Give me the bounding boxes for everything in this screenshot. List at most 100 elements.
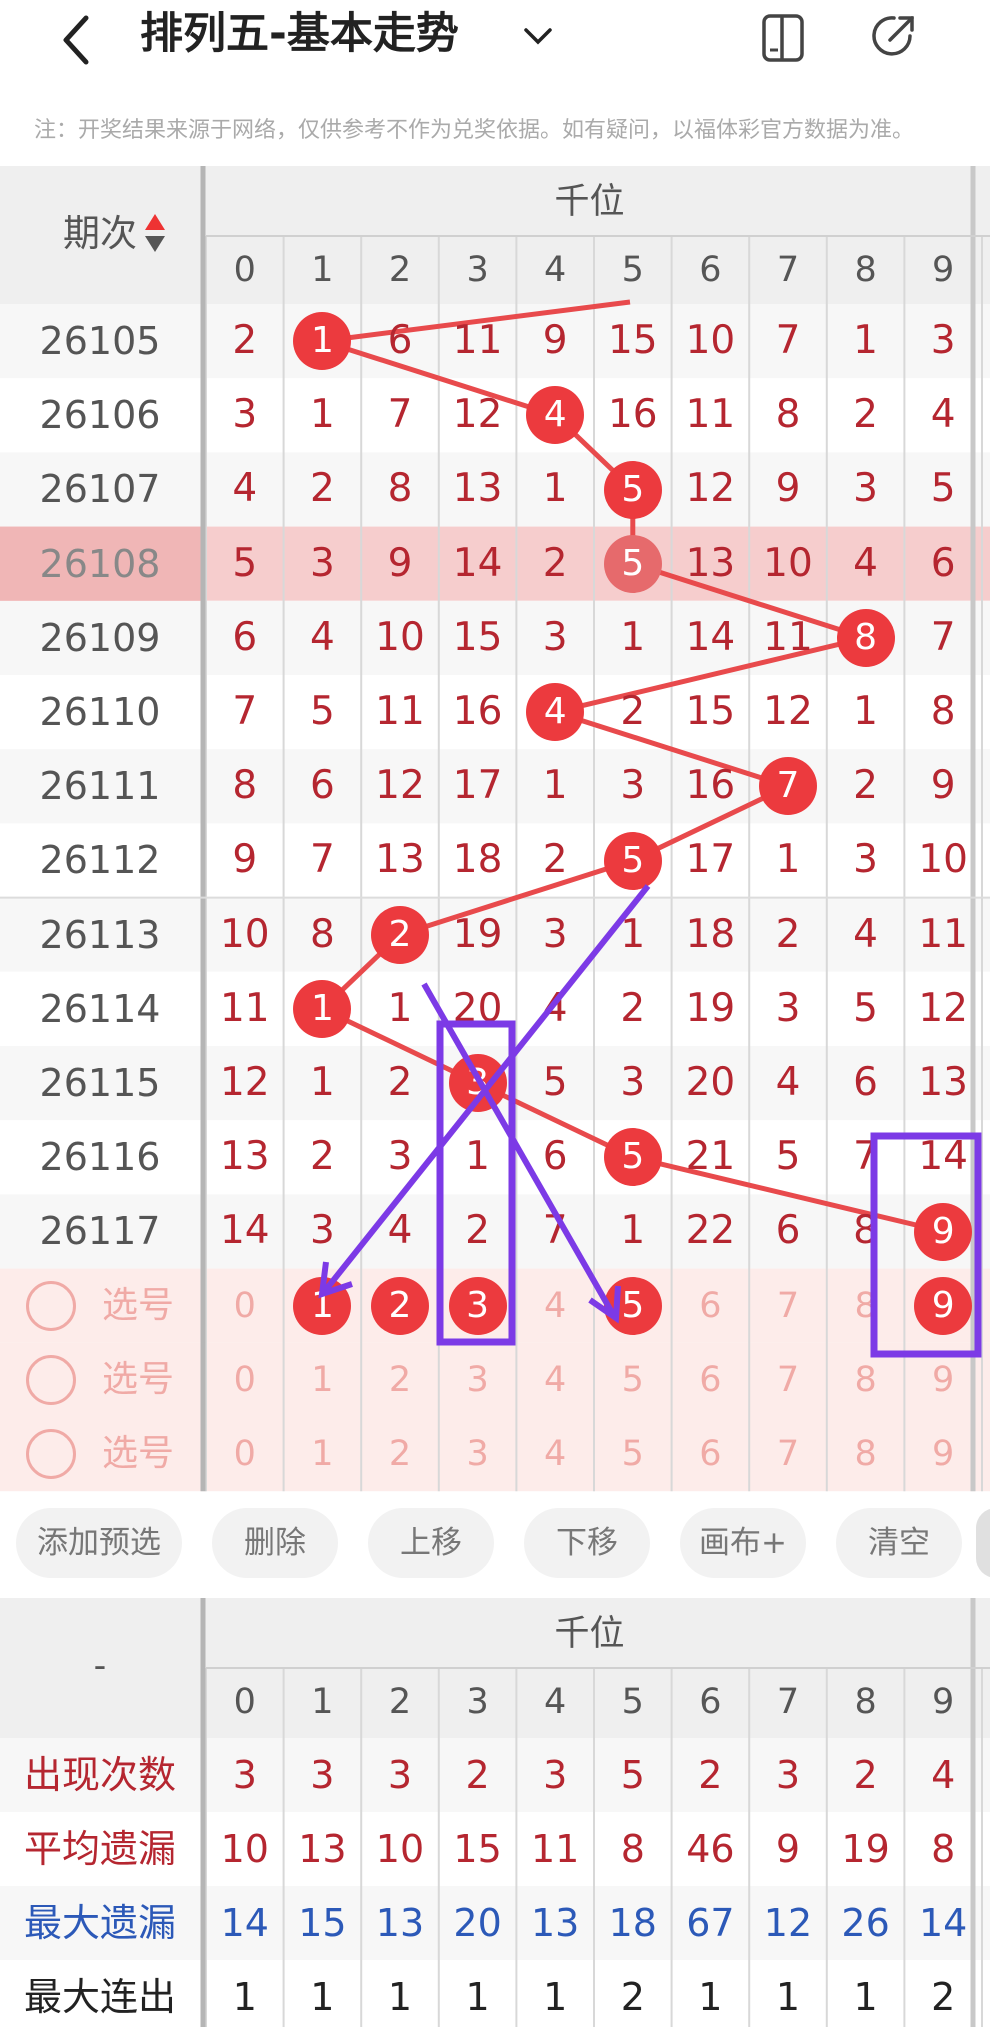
- hit-ball: 3: [448, 1054, 507, 1113]
- select-cell[interactable]: 3: [439, 1343, 517, 1417]
- app-header: 排列五-基本走势 注：开奖结果来源于网络，仅供参考不作为兑奖依据。如有疑问，以福…: [0, 0, 990, 150]
- more-button[interactable]: [976, 1508, 990, 1578]
- share-icon[interactable]: [868, 10, 920, 62]
- trend-cell: 4: [387, 1208, 413, 1254]
- select-cell[interactable]: 9: [904, 1343, 982, 1417]
- trend-cell: 7: [542, 1208, 568, 1254]
- trend-cell: 12: [219, 1060, 270, 1105]
- trend-cell: 6: [232, 614, 258, 660]
- page-title[interactable]: 排列五-基本走势: [140, 6, 459, 62]
- add-preselect-button[interactable]: 添加预选: [16, 1508, 182, 1578]
- trend-cell: 3: [620, 763, 646, 809]
- back-icon[interactable]: [50, 10, 110, 70]
- select-cell[interactable]: 3: [439, 1417, 517, 1491]
- trend-cell: 7: [853, 1134, 878, 1180]
- stats-value: 67: [686, 1901, 735, 1945]
- select-cell[interactable]: 0: [206, 1343, 284, 1417]
- picked-ball[interactable]: 9: [914, 1276, 973, 1335]
- trend-cell: 1: [775, 837, 801, 883]
- trend-cell: 12: [452, 392, 503, 438]
- select-cell[interactable]: 0: [206, 1417, 284, 1491]
- select-cell[interactable]: 2: [361, 1343, 439, 1417]
- stats-value: 2: [698, 1753, 723, 1797]
- trend-cell: 7: [775, 318, 801, 363]
- select-cell[interactable]: 0: [206, 1269, 284, 1343]
- select-cell[interactable]: 4: [516, 1343, 594, 1417]
- digit-header: 8: [854, 250, 877, 290]
- trend-cell: 8: [853, 1208, 878, 1254]
- trend-cell: 10: [219, 911, 270, 957]
- chevron-down-icon[interactable]: [520, 18, 556, 54]
- trend-cell: 2: [853, 763, 878, 809]
- select-cell[interactable]: 5: [594, 1417, 672, 1491]
- select-cell[interactable]: 7: [749, 1269, 827, 1343]
- trend-cell: 3: [309, 540, 335, 586]
- trend-cell: 13: [918, 1060, 968, 1105]
- stats-value: 1: [232, 1975, 257, 2019]
- stats-value: 18: [608, 1901, 657, 1945]
- move-down-button[interactable]: 下移: [524, 1508, 650, 1578]
- select-radio[interactable]: [26, 1280, 76, 1331]
- trend-cell: 15: [607, 318, 658, 363]
- trend-cell: 8: [930, 689, 956, 734]
- select-cell[interactable]: 7: [749, 1417, 827, 1491]
- select-label[interactable]: 选号: [88, 1343, 188, 1417]
- picked-ball[interactable]: 3: [448, 1276, 507, 1335]
- select-cell[interactable]: 1: [284, 1343, 362, 1417]
- disclaimer-notice: 注：开奖结果来源于网络，仅供参考不作为兑奖依据。如有疑问，以福体彩官方数据为准。: [34, 118, 915, 143]
- select-label[interactable]: 选号: [88, 1269, 188, 1343]
- picked-ball[interactable]: 5: [603, 1276, 662, 1335]
- stats-value: 13: [531, 1901, 580, 1945]
- stats-digit-header: 4: [544, 1682, 567, 1722]
- trend-cell: 11: [375, 689, 425, 734]
- select-cell[interactable]: 8: [827, 1343, 905, 1417]
- device-icon[interactable]: [760, 12, 808, 64]
- period-label: 26116: [39, 1135, 161, 1180]
- stats-digit-header: 1: [311, 1682, 334, 1722]
- select-cell[interactable]: 4: [516, 1269, 594, 1343]
- delete-button[interactable]: 删除: [212, 1508, 338, 1578]
- select-cell[interactable]: 8: [827, 1417, 905, 1491]
- picked-ball[interactable]: 1: [293, 1276, 352, 1335]
- stats-value: 1: [775, 1975, 801, 2019]
- trend-cell: 11: [452, 318, 503, 363]
- digit-header: 6: [699, 250, 722, 290]
- select-cell[interactable]: 2: [361, 1417, 439, 1491]
- trend-cell: 13: [219, 1134, 270, 1180]
- select-cell[interactable]: 8: [827, 1269, 905, 1343]
- stats-value: 14: [220, 1901, 269, 1945]
- select-cell[interactable]: 6: [672, 1343, 750, 1417]
- trend-cell: 1: [309, 392, 335, 438]
- move-up-button[interactable]: 上移: [368, 1508, 494, 1578]
- trend-cell: 3: [542, 911, 568, 957]
- canvas-plus-button[interactable]: 画布+: [680, 1508, 806, 1578]
- digit-header: 1: [311, 250, 334, 290]
- select-cell[interactable]: 6: [672, 1417, 750, 1491]
- select-cell[interactable]: 9: [904, 1417, 982, 1491]
- trend-cell: 10: [685, 318, 736, 363]
- trend-cell: 16: [685, 763, 736, 809]
- trend-cell: 1: [853, 689, 878, 734]
- select-cell[interactable]: 7: [749, 1343, 827, 1417]
- select-label[interactable]: 选号: [88, 1417, 188, 1491]
- select-cell[interactable]: 5: [594, 1343, 672, 1417]
- picked-ball[interactable]: 2: [371, 1276, 429, 1335]
- select-cell[interactable]: 4: [516, 1417, 594, 1491]
- sort-icon[interactable]: [144, 212, 166, 254]
- select-radio[interactable]: [26, 1429, 76, 1479]
- select-cell[interactable]: 1: [284, 1417, 362, 1491]
- stats-digit-header: 0: [233, 1682, 256, 1722]
- digit-header: 3: [466, 250, 489, 290]
- stats-value: 10: [220, 1827, 269, 1871]
- select-radio[interactable]: [26, 1354, 76, 1405]
- hit-ball: 5: [603, 831, 662, 890]
- stats-value: 20: [453, 1901, 502, 1945]
- stats-value: 14: [919, 1901, 968, 1945]
- select-cell[interactable]: 6: [672, 1269, 750, 1343]
- digit-header: 5: [621, 250, 644, 290]
- trend-cell: 9: [930, 763, 956, 809]
- trend-cell: 3: [387, 1134, 413, 1180]
- stats-table: - 千位 0 1 2 3 4 5 6 7 8 9 出现次数 3 3 3 2 3 5 2 3 2 4 平均遗漏 10 13 10 15 1…: [0, 1598, 990, 2027]
- clear-button[interactable]: 清空: [836, 1508, 962, 1578]
- trend-cell: 7: [930, 614, 956, 660]
